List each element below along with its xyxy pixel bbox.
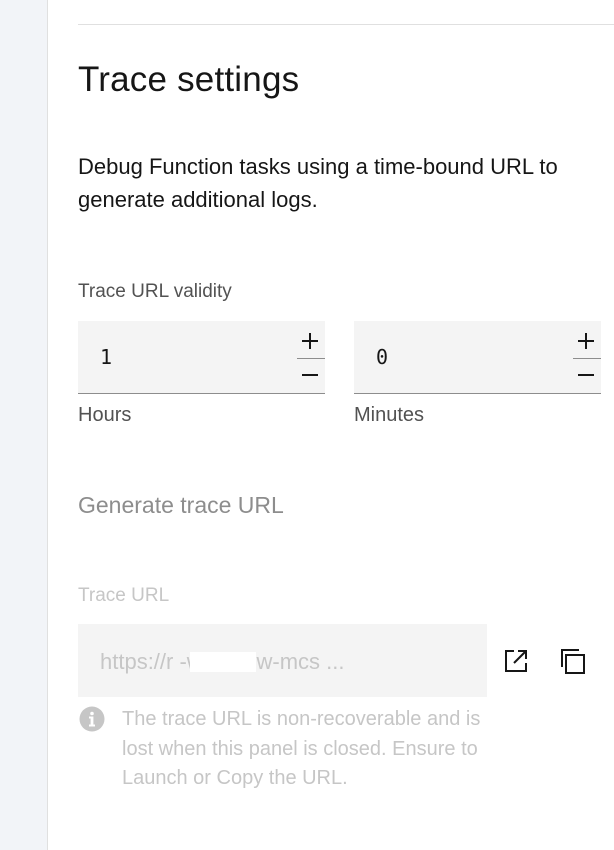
trace-url-field[interactable]: https://r -workflow-mcs ... — [78, 624, 487, 697]
info-icon — [79, 706, 105, 732]
info-message: The trace URL is non-recoverable and is … — [122, 708, 481, 789]
plus-icon — [302, 333, 318, 349]
redacted-region — [190, 652, 256, 672]
generate-trace-url-button[interactable]: Generate trace URL — [78, 492, 284, 519]
plus-icon — [578, 333, 594, 349]
hours-number-input[interactable]: 1 — [78, 321, 325, 394]
panel-description: Debug Function tasks using a time-bound … — [78, 154, 558, 212]
left-rail — [0, 0, 48, 850]
hours-value[interactable]: 1 — [100, 345, 112, 369]
trace-url-value: https://r -workflow-mcs ... — [100, 649, 345, 674]
launch-icon — [505, 650, 527, 672]
minutes-helper-text: Minutes — [354, 404, 425, 426]
top-divider — [78, 24, 614, 25]
trace-url-label: Trace URL — [78, 585, 170, 606]
hours-helper-text: Hours — [78, 404, 132, 426]
minus-icon — [302, 374, 318, 376]
trace-url-validity-label: Trace URL validity — [78, 281, 232, 302]
launch-button[interactable] — [501, 646, 531, 676]
minutes-increment-button[interactable] — [571, 325, 601, 357]
minutes-stepper — [571, 325, 601, 391]
hours-increment-button[interactable] — [295, 325, 325, 357]
minus-icon — [578, 374, 594, 376]
page-title: Trace settings — [78, 60, 300, 99]
trace-settings-panel: Trace settings Debug Function tasks usin… — [49, 0, 614, 850]
copy-icon — [561, 649, 585, 674]
hours-decrement-button[interactable] — [295, 359, 325, 391]
hours-stepper — [295, 325, 325, 391]
copy-button[interactable] — [557, 646, 587, 676]
minutes-value[interactable]: 0 — [376, 345, 388, 369]
minutes-number-input[interactable]: 0 — [354, 321, 601, 394]
minutes-decrement-button[interactable] — [571, 359, 601, 391]
